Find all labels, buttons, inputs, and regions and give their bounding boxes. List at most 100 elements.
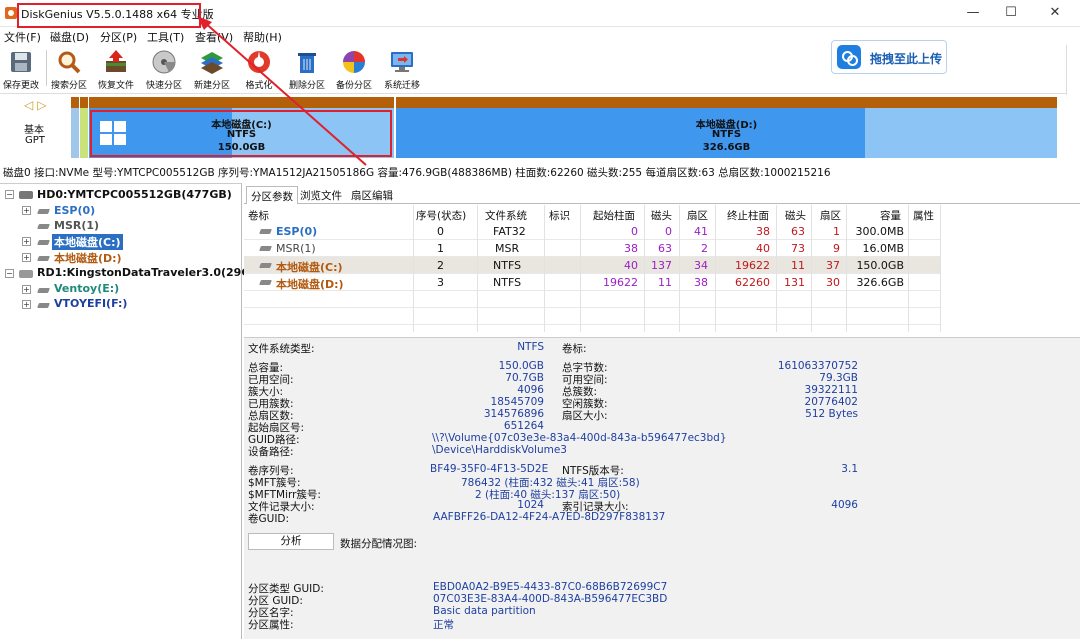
tree-hd0[interactable]: HD0:YMTCPC005512GB(477GB)	[37, 188, 232, 201]
col-capacity: 容量	[880, 210, 901, 222]
table-row[interactable]: 本地磁盘(C:) 2 NTFS 40 137 34 19622 11 37 15…	[244, 257, 940, 274]
col-label: 卷标	[248, 210, 269, 222]
tree-collapse-icon[interactable]: −	[5, 269, 14, 278]
col-end-cyl: 终止柱面	[727, 210, 769, 222]
row-label: ESP(0)	[276, 225, 318, 238]
col-end-head: 磁头	[785, 210, 806, 222]
table-row[interactable]: ESP(0) 0 FAT32 0 0 41 38 63 1 300.0MB	[244, 223, 940, 240]
menu-file[interactable]: 文件(F)	[4, 29, 41, 45]
format-icon	[248, 51, 270, 73]
sector-size-value: 512 Bytes	[805, 408, 858, 420]
partition-segment-d[interactable]: 本地磁盘(D:) NTFS 326.6GB	[396, 97, 1057, 158]
tree-d[interactable]: 本地磁盘(D:)	[54, 250, 122, 266]
sector-size-label: 扇区大小:	[562, 410, 608, 422]
quick-partition-button[interactable]: 快速分区	[140, 49, 188, 91]
analyze-button[interactable]: 分析	[248, 533, 334, 550]
title-highlight-box	[17, 3, 201, 28]
row-start-cyl: 38	[624, 242, 638, 255]
col-attr: 属性	[913, 210, 934, 222]
tree-ventoy[interactable]: Ventoy(E:)	[54, 282, 119, 295]
table-row-empty	[244, 308, 940, 325]
row-label: 本地磁盘(C:)	[276, 261, 343, 274]
tree-vtoyefi[interactable]: VTOYEFI(F:)	[54, 297, 127, 310]
device-path-value: \Device\HarddiskVolume3	[432, 444, 567, 456]
search-partition-button[interactable]: 搜索分区	[45, 49, 93, 91]
col-start-head: 磁头	[651, 210, 672, 222]
row-end-sector: 1	[833, 225, 840, 238]
partition-attr-label: 分区属性:	[248, 619, 294, 631]
upload-button[interactable]: 拖拽至此上传	[831, 40, 947, 74]
search-label: 搜索分区	[50, 81, 87, 91]
row-label: 本地磁盘(D:)	[276, 278, 344, 291]
col-id: 标识	[549, 210, 570, 222]
partition-icon	[37, 288, 50, 293]
maximize-button[interactable]: ☐	[992, 0, 1030, 26]
row-fs: FAT32	[493, 225, 526, 238]
tree-expand-icon[interactable]: +	[22, 285, 31, 294]
col-index: 序号(状态)	[416, 210, 467, 222]
backup-partition-button[interactable]: 备份分区	[330, 49, 378, 91]
partition-segment-esp[interactable]	[71, 97, 79, 158]
partition-guid-value: 07C03E3E-83A4-400D-843A-B596477EC3BD	[433, 593, 668, 605]
tree-expand-icon[interactable]: +	[22, 206, 31, 215]
system-migrate-button[interactable]: 系统迁移	[378, 49, 426, 91]
total-bytes-value: 161063370752	[777, 360, 858, 372]
tab-sector-edit[interactable]: 扇区编辑	[347, 186, 397, 204]
menu-tools[interactable]: 工具(T)	[147, 29, 184, 45]
partition-d-fs: NTFS	[711, 129, 742, 140]
row-fs: NTFS	[493, 259, 522, 272]
cluster-size-value: 4096	[517, 384, 544, 396]
partition-segment-msr[interactable]	[80, 97, 88, 158]
recover-icon	[106, 50, 126, 72]
row-index: 0	[437, 225, 444, 238]
row-start-cyl: 40	[624, 259, 638, 272]
tab-browse-files[interactable]: 浏览文件	[296, 186, 346, 204]
used-space-value: 70.7GB	[505, 372, 544, 384]
close-button[interactable]: ✕	[1036, 0, 1074, 26]
disk-type-basic: 基本	[24, 125, 44, 136]
partition-icon	[37, 303, 50, 308]
format-label: 格式化	[245, 81, 273, 91]
tab-bar: 分区参数 浏览文件 扇区编辑	[244, 184, 1080, 204]
tree-esp[interactable]: ESP(0)	[54, 204, 95, 217]
table-row[interactable]: MSR(1) 1 MSR 38 63 2 40 73 9 16.0MB	[244, 240, 940, 257]
tree-rd1[interactable]: RD1:KingstonDataTraveler3.0(29GB)	[37, 266, 264, 279]
recover-files-button[interactable]: 恢复文件	[92, 49, 140, 91]
tree-c[interactable]: 本地磁盘(C:)	[52, 234, 123, 250]
tab-partition-params[interactable]: 分区参数	[246, 186, 298, 204]
menu-help[interactable]: 帮助(H)	[243, 29, 282, 45]
tree-expand-icon[interactable]: +	[22, 237, 31, 246]
disk-nav-arrows[interactable]: ◁▷	[24, 98, 50, 112]
tree-expand-icon[interactable]: +	[22, 253, 31, 262]
delete-partition-button[interactable]: 删除分区	[283, 49, 331, 91]
row-fs: NTFS	[493, 276, 522, 289]
row-start-head: 11	[658, 276, 672, 289]
index-record-size-value: 4096	[831, 499, 858, 511]
row-capacity: 16.0MB	[862, 242, 904, 255]
new-partition-button[interactable]: 新建分区	[188, 49, 236, 91]
tree-msr[interactable]: MSR(1)	[54, 219, 99, 232]
format-button[interactable]: 格式化	[235, 49, 283, 91]
minimize-button[interactable]: —	[954, 0, 992, 26]
save-button[interactable]: 保存更改	[0, 49, 45, 91]
tree-collapse-icon[interactable]: −	[5, 190, 14, 199]
tree-expand-icon[interactable]: +	[22, 300, 31, 309]
volume-label-label: 卷标:	[562, 343, 587, 355]
partition-type-guid-value: EBD0A0A2-B9E5-4433-87C0-68B6B72699C7	[433, 581, 668, 593]
row-fs: MSR	[495, 242, 520, 255]
row-end-sector: 9	[833, 242, 840, 255]
file-record-size-value: 1024	[517, 499, 544, 511]
trash-icon	[298, 53, 316, 73]
menu-view[interactable]: 查看(V)	[195, 29, 233, 45]
fs-type-label: 文件系统类型:	[248, 343, 315, 355]
ntfs-version-value: 3.1	[841, 463, 858, 475]
row-end-cyl: 40	[756, 242, 770, 255]
row-start-sector: 2	[701, 242, 708, 255]
partition-icon	[37, 224, 50, 229]
col-fs: 文件系统	[485, 210, 527, 222]
menu-partition[interactable]: 分区(P)	[100, 29, 137, 45]
disk-type-gpt: GPT	[25, 135, 45, 146]
backup-partition-label: 备份分区	[335, 81, 372, 91]
menu-disk[interactable]: 磁盘(D)	[50, 29, 89, 45]
table-row[interactable]: 本地磁盘(D:) 3 NTFS 19622 11 38 62260 131 30…	[244, 274, 940, 291]
